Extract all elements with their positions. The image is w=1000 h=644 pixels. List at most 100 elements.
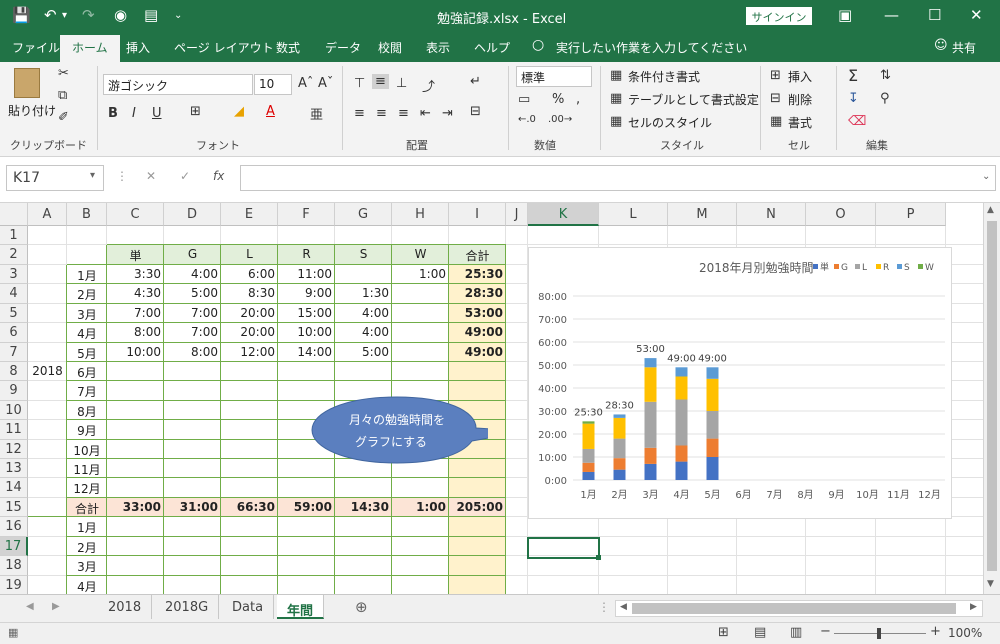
worksheet-grid[interactable]: 単 G L R S W 合計 1月 2月 3月 4月 5月 6月 7月 8月 9月 10月 11月 12月 2018 3…: [0, 203, 983, 594]
table-format-icon[interactable]: ▦: [610, 91, 622, 106]
cell-styles-button[interactable]: セルのスタイル: [628, 114, 712, 131]
select-all-corner[interactable]: [0, 203, 28, 226]
delete-cells-button[interactable]: 削除: [788, 91, 812, 108]
enter-icon[interactable]: ✓: [180, 169, 190, 183]
column-header-p[interactable]: P: [876, 203, 946, 226]
vertical-scrollbar[interactable]: ▲ ▼: [983, 203, 1000, 594]
fill-handle[interactable]: [596, 555, 601, 560]
row-header-18[interactable]: 18: [0, 556, 28, 576]
column-header-h[interactable]: H: [392, 203, 449, 226]
minimize-icon[interactable]: —: [884, 6, 899, 24]
format-cells-button[interactable]: 書式: [788, 114, 812, 131]
borders-icon[interactable]: ⊞: [190, 104, 201, 119]
row-header-14[interactable]: 14: [0, 478, 28, 498]
column-header-c[interactable]: C: [107, 203, 164, 226]
delete-cells-icon[interactable]: ⊟: [770, 91, 781, 106]
column-header-j[interactable]: J: [506, 203, 528, 226]
autosum-icon[interactable]: Σ: [848, 66, 858, 85]
italic-button[interactable]: I: [132, 106, 136, 121]
phonetic-icon[interactable]: 亜: [310, 104, 323, 123]
number-format-select[interactable]: 標準: [516, 66, 592, 87]
row-header-6[interactable]: 6: [0, 323, 28, 343]
row-header-13[interactable]: 13: [0, 459, 28, 478]
row-header-19[interactable]: 19: [0, 576, 28, 594]
ribbon-display-icon[interactable]: ▣: [838, 6, 852, 24]
page-break-view-icon[interactable]: ▥: [790, 625, 802, 640]
column-header-f[interactable]: F: [278, 203, 335, 226]
callout-bubble[interactable]: 月々の勉強時間を グラフにする: [306, 393, 488, 467]
scroll-down-icon[interactable]: ▼: [987, 579, 994, 589]
scroll-left-icon[interactable]: ◀: [620, 602, 627, 612]
normal-view-icon[interactable]: ⊞: [718, 625, 729, 640]
align-top-icon[interactable]: ⊤: [354, 76, 365, 91]
save-icon[interactable]: 💾: [12, 6, 31, 24]
zoom-slider-thumb[interactable]: [877, 628, 881, 639]
tab-view[interactable]: 表示: [426, 39, 450, 56]
column-header-a[interactable]: A: [28, 203, 67, 226]
sort-filter-icon[interactable]: ⇅: [880, 68, 891, 83]
format-as-table-button[interactable]: テーブルとして書式設定: [628, 91, 759, 108]
align-left-icon[interactable]: ≡: [354, 106, 365, 121]
expand-formula-icon[interactable]: ⌄: [982, 171, 990, 182]
maximize-icon[interactable]: ☐: [928, 6, 941, 24]
row-header-2[interactable]: 2: [0, 245, 28, 265]
sheet-tab-annual[interactable]: 年間: [277, 595, 325, 619]
column-header-k[interactable]: K: [528, 203, 599, 226]
currency-icon[interactable]: ▭: [518, 92, 530, 107]
row-header-7[interactable]: 7: [0, 343, 28, 362]
scroll-up-icon[interactable]: ▲: [987, 205, 994, 215]
cut-icon[interactable]: ✂: [58, 66, 69, 81]
zoom-level[interactable]: 100%: [948, 626, 982, 640]
conditional-format-button[interactable]: 条件付き書式: [628, 68, 700, 85]
horizontal-scrollbar[interactable]: ◀ ▶: [615, 600, 983, 617]
percent-icon[interactable]: %: [552, 92, 564, 107]
column-header-n[interactable]: N: [737, 203, 806, 226]
tab-insert[interactable]: 挿入: [126, 39, 150, 56]
row-header-4[interactable]: 4: [0, 284, 28, 304]
page-layout-view-icon[interactable]: ▤: [754, 625, 766, 640]
name-box-dropdown-icon[interactable]: ▾: [90, 170, 95, 181]
tab-data[interactable]: データ: [325, 39, 361, 56]
format-cells-icon[interactable]: ▦: [770, 114, 782, 129]
fill-color-icon[interactable]: ◢: [234, 104, 244, 119]
active-cell-k17[interactable]: [527, 537, 600, 559]
column-header-o[interactable]: O: [806, 203, 876, 226]
row-header-17[interactable]: 17: [0, 537, 28, 556]
row-header-9[interactable]: 9: [0, 381, 28, 401]
copy-icon[interactable]: ⧉: [58, 88, 67, 103]
next-sheet-icon[interactable]: ▶: [52, 601, 60, 612]
tab-file[interactable]: ファイル: [12, 39, 60, 56]
share-button[interactable]: 共有: [952, 39, 976, 56]
prev-sheet-icon[interactable]: ◀: [26, 601, 34, 612]
cell-style-icon[interactable]: ▦: [610, 114, 622, 129]
sheet-tab-2018g[interactable]: 2018G: [155, 595, 220, 619]
clear-icon[interactable]: ⌫: [848, 114, 866, 129]
column-header-d[interactable]: D: [164, 203, 221, 226]
merge-center-icon[interactable]: ⊟: [470, 104, 481, 119]
conditional-format-icon[interactable]: ▦: [610, 68, 622, 83]
signin-button[interactable]: サインイン: [746, 7, 812, 25]
row-header-1[interactable]: 1: [0, 226, 28, 245]
macro-record-icon[interactable]: ▦: [8, 626, 18, 639]
underline-button[interactable]: U: [152, 106, 162, 121]
sheet-tab-data[interactable]: Data: [222, 595, 275, 619]
column-header-m[interactable]: M: [668, 203, 737, 226]
row-header-16[interactable]: 16: [0, 517, 28, 537]
font-name-select[interactable]: 游ゴシック: [103, 74, 253, 95]
bold-button[interactable]: B: [108, 106, 118, 121]
comma-icon[interactable]: ,: [576, 92, 580, 107]
tab-review[interactable]: 校閲: [378, 39, 402, 56]
align-middle-icon[interactable]: ≡: [372, 74, 389, 89]
tab-formulas[interactable]: 数式: [276, 39, 300, 56]
tab-help[interactable]: ヘルプ: [474, 39, 510, 56]
increase-indent-icon[interactable]: ⇥: [442, 106, 453, 121]
row-header-8[interactable]: 8: [0, 362, 28, 381]
row-header-3[interactable]: 3: [0, 265, 28, 284]
insert-function-icon[interactable]: fx: [213, 169, 224, 183]
decrease-font-icon[interactable]: Aˇ: [318, 76, 333, 91]
cancel-icon[interactable]: ✕: [146, 169, 156, 183]
add-sheet-icon[interactable]: ⊕: [355, 598, 368, 616]
zoom-in-icon[interactable]: +: [930, 624, 941, 639]
wrap-text-icon[interactable]: ↵: [470, 74, 481, 89]
formula-input[interactable]: [240, 165, 996, 191]
